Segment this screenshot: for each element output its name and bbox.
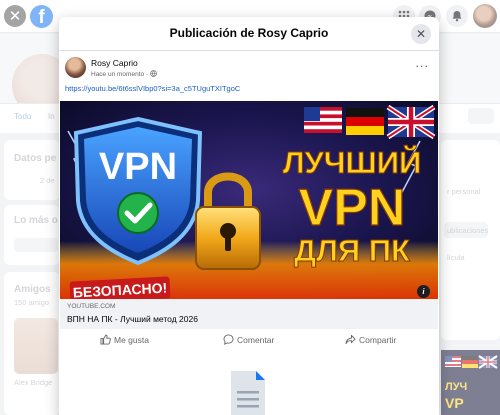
info-icon[interactable]: i (417, 285, 430, 298)
germany-flag-icon (346, 108, 384, 135)
author-avatar[interactable] (65, 57, 86, 78)
close-icon[interactable]: ✕ (411, 24, 431, 44)
preview-title[interactable]: ВПН НА ПК - Лучший метод 2026 (67, 314, 198, 324)
modal-title: Publicación de Rosy Caprio (169, 26, 329, 40)
post-author-name[interactable]: Rosy Caprio (91, 58, 138, 68)
document-icon (231, 371, 265, 415)
post-meta: Hace un momento · (91, 70, 157, 78)
post-modal: Publicación de Rosy Caprio ✕ Rosy Caprio… (59, 17, 439, 415)
video-thumbnail[interactable]: VPN ЛУЧШИЙ VPN ДЛЯ ПК БЕЗОПАСНО! (60, 101, 438, 299)
globe-icon[interactable] (150, 70, 157, 77)
link-preview-caption[interactable]: i YOUTUBE.COM ВПН НА ПК - Лучший метод 2… (60, 285, 438, 329)
svg-text:ЛУЧШИЙ: ЛУЧШИЙ (283, 144, 422, 180)
svg-text:VPN: VPN (99, 146, 177, 188)
usa-flag-icon (304, 107, 342, 133)
svg-text:VPN: VPN (299, 179, 406, 237)
comment-button[interactable]: Comentar (223, 334, 274, 345)
post-timestamp[interactable]: Hace un momento (91, 71, 144, 78)
post-actions-bar: Me gusta Comentar Compartir (59, 331, 439, 351)
meta-separator: · (145, 71, 149, 78)
like-label: Me gusta (114, 335, 149, 345)
modal-header: Publicación de Rosy Caprio ✕ (59, 17, 439, 51)
svg-text:ДЛЯ ПК: ДЛЯ ПК (294, 233, 410, 268)
share-icon (345, 334, 356, 345)
uk-flag-icon (386, 104, 436, 140)
share-label: Compartir (359, 335, 397, 345)
post-link[interactable]: https://youtu.be/6t6sslVIbp0?si=3a_c5TUg… (65, 84, 240, 93)
share-button[interactable]: Compartir (345, 334, 396, 345)
like-button[interactable]: Me gusta (100, 334, 149, 345)
preview-domain: YOUTUBE.COM (67, 303, 116, 310)
thumbs-up-icon (100, 334, 111, 345)
comment-label: Comentar (237, 335, 275, 345)
post-options-button[interactable]: ··· (416, 60, 430, 73)
comment-icon (223, 334, 234, 345)
